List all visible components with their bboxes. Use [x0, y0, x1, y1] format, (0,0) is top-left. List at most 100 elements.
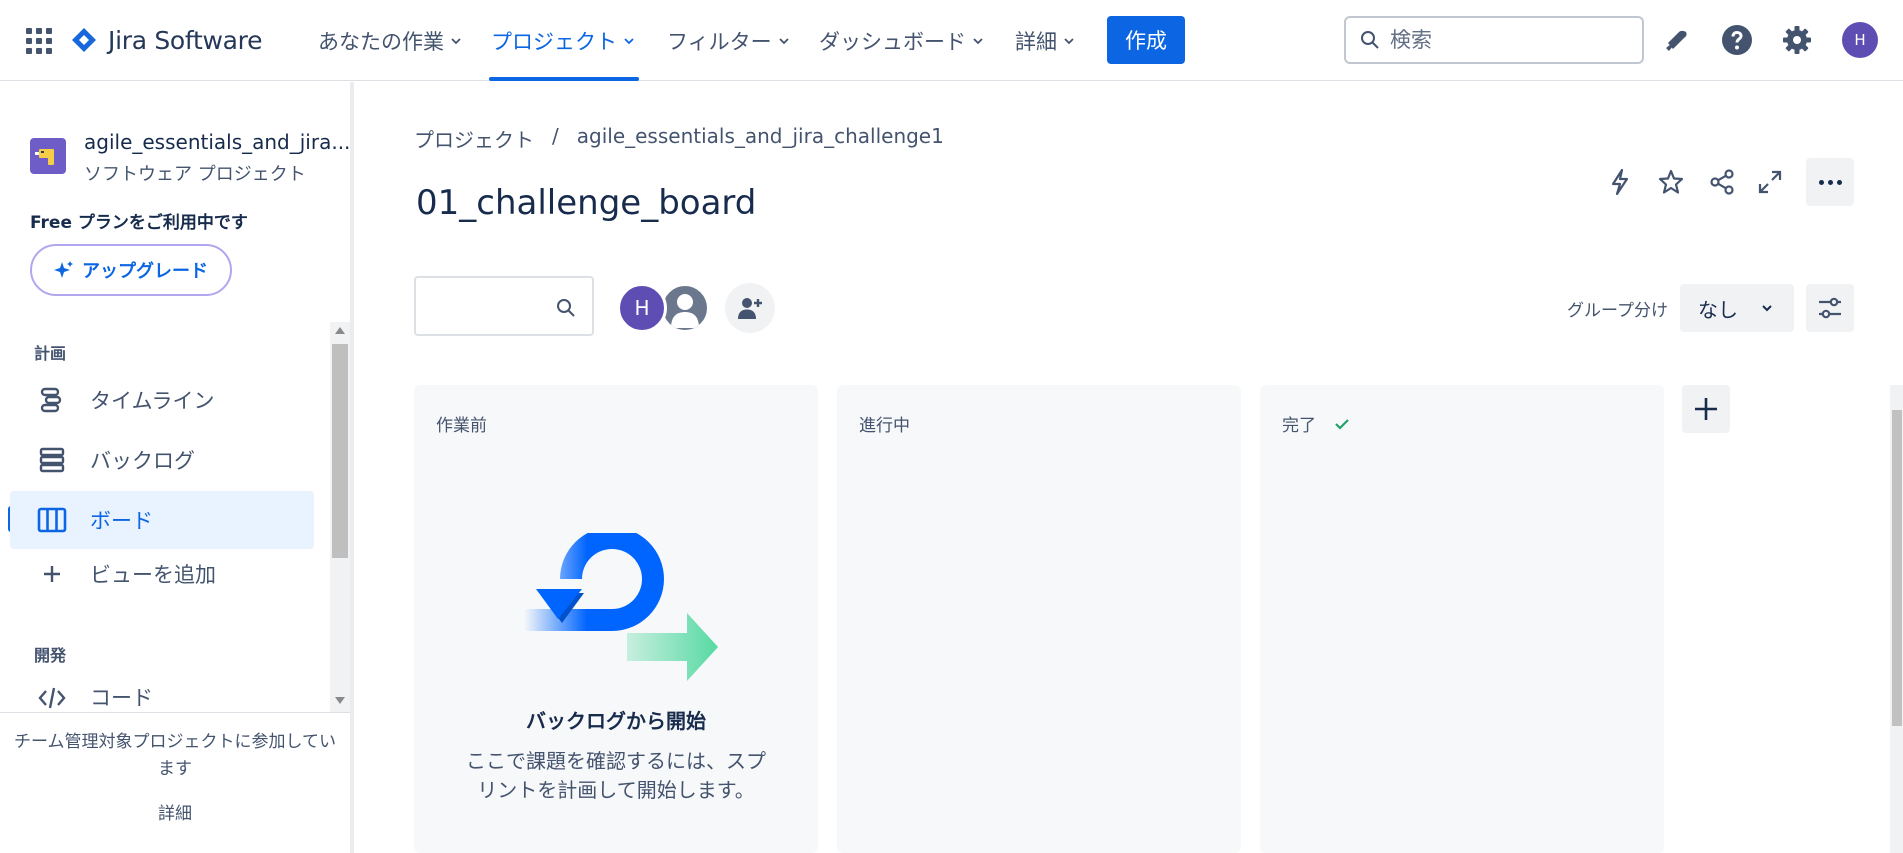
jira-diamond-icon — [72, 28, 96, 52]
column-header[interactable]: 完了 — [1282, 411, 1350, 436]
search-icon — [1361, 31, 1379, 49]
breadcrumb: プロジェクト / agile_essentials_and_jira_chall… — [414, 124, 944, 153]
top-navigation: Jira Software あなたの作業 プロジェクト フィルター ダッシュボー… — [0, 0, 1903, 81]
jira-logo[interactable]: Jira Software — [70, 22, 262, 58]
chevron-down-icon — [1762, 305, 1772, 312]
sidebar-item-add-view[interactable]: ビューを追加 — [10, 545, 314, 603]
nav-dashboards[interactable]: ダッシュボード — [819, 22, 984, 60]
board-search-field[interactable] — [414, 276, 594, 336]
automation-lightning-icon[interactable] — [1600, 162, 1640, 202]
column-title: 完了 — [1282, 416, 1316, 436]
team-managed-notice: チーム管理対象プロジェクトに参加しています — [14, 732, 336, 779]
add-person-icon — [738, 298, 762, 319]
sidebar-item-backlog[interactable]: バックログ — [10, 431, 314, 489]
view-settings-button[interactable] — [1806, 284, 1854, 332]
learn-more-link[interactable]: 詳細 — [0, 799, 350, 824]
global-search[interactable] — [1344, 16, 1644, 64]
breadcrumb-separator: / — [552, 124, 559, 148]
project-sidebar: agile_essentials_and_jira... ソフトウェア プロジェ… — [0, 82, 354, 853]
column-header[interactable]: 進行中 — [859, 411, 910, 436]
section-development: 開発 — [34, 646, 67, 665]
create-button[interactable]: 作成 — [1107, 16, 1185, 64]
notifications-icon[interactable] — [1658, 22, 1694, 58]
app-switcher-icon[interactable] — [26, 28, 52, 54]
nav-your-work[interactable]: あなたの作業 — [318, 22, 462, 60]
backlog-icon — [36, 444, 68, 476]
user-icon — [671, 294, 699, 328]
sidebar-item-label: ボード — [90, 509, 153, 533]
board-icon — [36, 504, 68, 536]
nav-label: 詳細 — [1015, 30, 1057, 54]
group-by-label: グループ分け — [1567, 301, 1668, 321]
column-header[interactable]: 作業前 — [436, 411, 487, 436]
sidebar-item-label: タイムライン — [90, 389, 215, 413]
sidebar-item-timeline[interactable]: タイムライン — [10, 371, 314, 429]
sidebar-item-label: バックログ — [90, 449, 195, 473]
breadcrumb-projects[interactable]: プロジェクト — [414, 124, 534, 153]
add-people-button[interactable] — [725, 283, 775, 333]
timeline-icon — [36, 384, 68, 416]
group-by-value: なし — [1698, 297, 1738, 322]
empty-state-description: ここで課題を確認するには、スプリントを計画して開始します。 — [466, 749, 766, 802]
plan-info: Free プランをご利用中です — [30, 213, 248, 233]
plus-icon — [36, 558, 68, 590]
empty-state-title: バックログから開始 — [526, 709, 706, 733]
nav-more[interactable]: 詳細 — [1015, 22, 1075, 60]
code-icon — [36, 682, 68, 712]
drill-icon — [35, 149, 54, 165]
project-type: ソフトウェア プロジェクト — [84, 164, 306, 185]
nav-label: プロジェクト — [491, 30, 617, 54]
backlog-illustration — [524, 533, 718, 681]
sidebar-item-label: コード — [90, 686, 153, 710]
active-nav-indicator — [489, 77, 639, 81]
group-by-select[interactable]: なし — [1680, 284, 1794, 332]
chevron-down-icon — [973, 38, 983, 45]
section-planning: 計画 — [34, 344, 67, 363]
board-column-in-progress: 進行中 — [837, 385, 1241, 853]
project-avatar[interactable] — [30, 138, 66, 174]
profile-avatar[interactable]: H — [1842, 22, 1878, 58]
sidebar-item-label: ビューを追加 — [90, 563, 216, 587]
chevron-down-icon — [451, 38, 461, 45]
search-icon — [557, 299, 575, 317]
nav-projects[interactable]: プロジェクト — [491, 22, 635, 60]
column-title: 作業前 — [436, 416, 487, 436]
product-name: Jira Software — [108, 25, 263, 55]
page-title: 01_challenge_board — [416, 183, 757, 223]
sidebar-scrollbar-thumb[interactable] — [332, 344, 348, 558]
scroll-down-arrow-icon[interactable] — [335, 697, 345, 704]
board-column-done: 完了 — [1260, 385, 1664, 853]
sidebar-item-board[interactable]: ボード — [10, 491, 314, 549]
chevron-down-icon — [778, 38, 789, 45]
nav-filters[interactable]: フィルター — [667, 22, 790, 60]
sidebar-footer: チーム管理対象プロジェクトに参加しています 詳細 — [0, 712, 350, 853]
board-scrollbar-thumb[interactable] — [1892, 410, 1902, 726]
breadcrumb-project[interactable]: agile_essentials_and_jira_challenge1 — [577, 124, 944, 153]
sparkle-icon — [54, 261, 73, 278]
share-icon[interactable] — [1702, 162, 1742, 202]
nav-label: フィルター — [667, 30, 772, 54]
board-column-todo: 作業前 バックログから開始 ここで課題を確認するには、スプリントを計画して開始し… — [414, 385, 818, 853]
settings-gear-icon[interactable] — [1779, 22, 1815, 58]
more-actions-button[interactable] — [1806, 158, 1854, 206]
nav-label: ダッシュボード — [819, 30, 966, 54]
project-name[interactable]: agile_essentials_and_jira... — [84, 130, 350, 154]
sidebar-item-code[interactable]: コード — [10, 674, 314, 712]
upgrade-label: アップグレード — [82, 261, 208, 282]
user-avatar[interactable]: H — [617, 283, 667, 333]
sliders-icon — [1819, 297, 1841, 319]
column-title: 進行中 — [859, 416, 910, 436]
chevron-down-icon — [1064, 38, 1074, 45]
add-column-button[interactable] — [1682, 385, 1730, 433]
nav-label: あなたの作業 — [318, 30, 444, 54]
search-input[interactable] — [1390, 28, 1620, 52]
help-icon[interactable] — [1719, 22, 1755, 58]
scroll-up-arrow-icon[interactable] — [335, 327, 345, 334]
unassigned-user-avatar[interactable] — [660, 283, 710, 333]
star-icon[interactable] — [1651, 162, 1691, 202]
upgrade-button[interactable]: アップグレード — [30, 244, 232, 296]
checkmark-icon — [1335, 418, 1349, 430]
fullscreen-expand-icon[interactable] — [1750, 162, 1790, 202]
plus-icon — [1695, 398, 1717, 420]
chevron-down-icon — [624, 38, 634, 45]
